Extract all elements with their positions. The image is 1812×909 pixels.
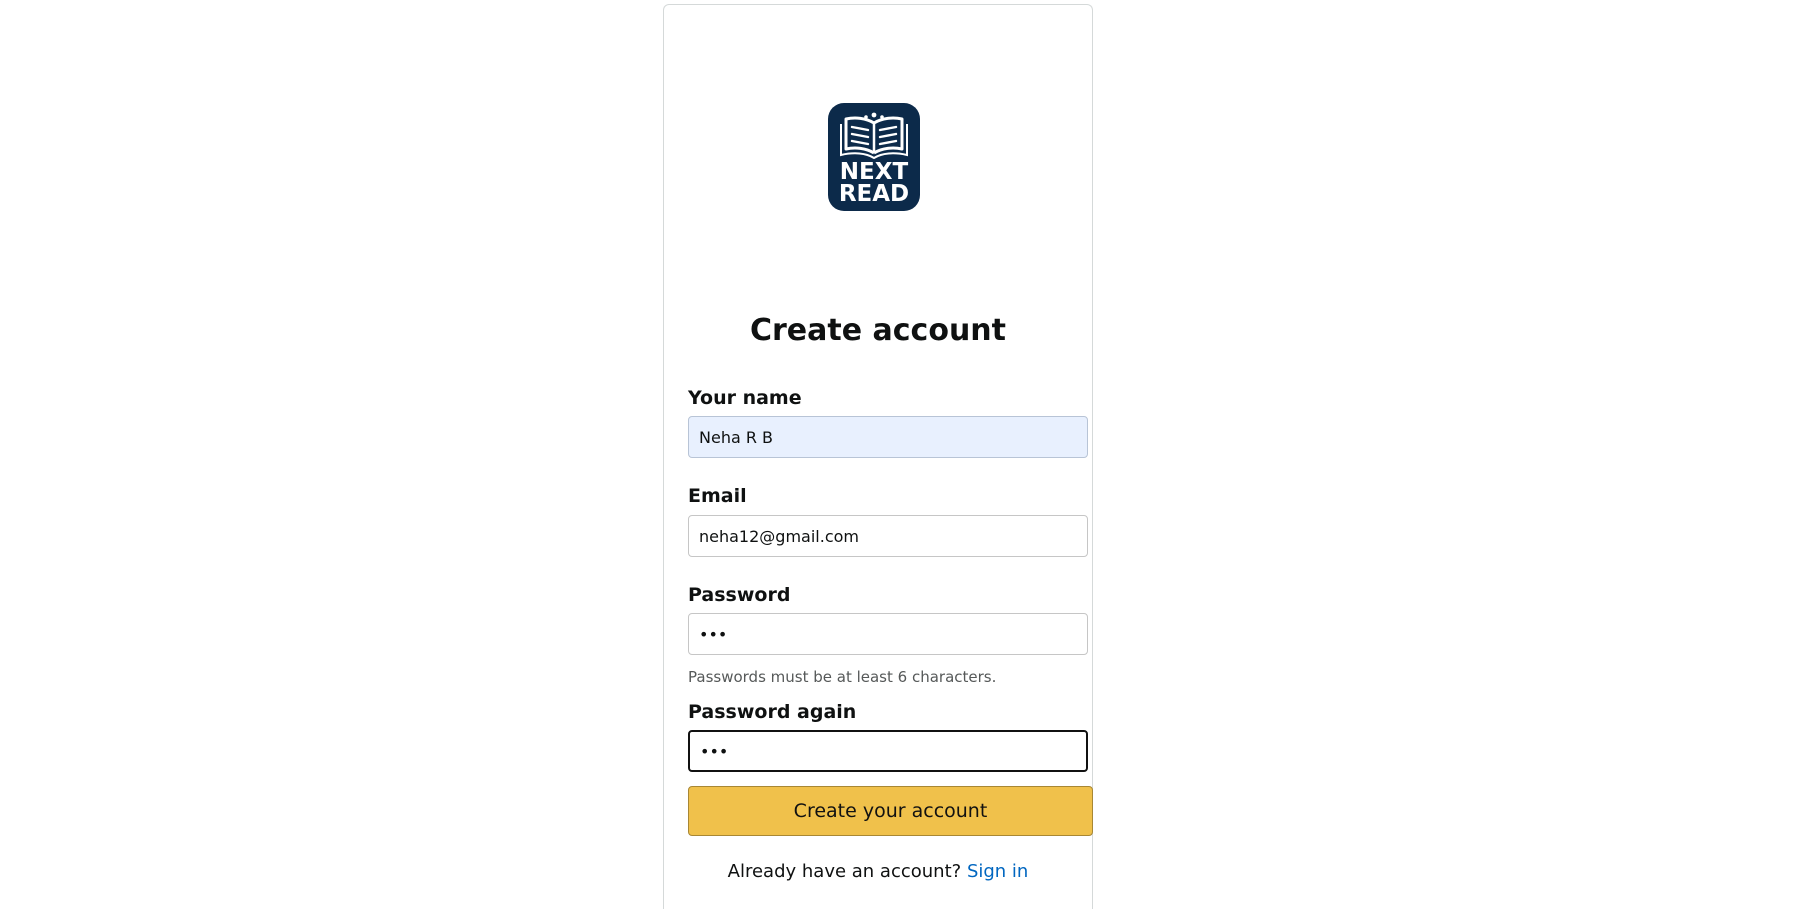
password-again-label: Password again xyxy=(688,701,857,723)
password-field[interactable] xyxy=(688,613,1088,655)
name-field[interactable] xyxy=(688,416,1088,458)
nextread-logo: NEXT READ xyxy=(828,103,920,211)
password-again-field[interactable] xyxy=(688,730,1088,772)
create-account-button[interactable]: Create your account xyxy=(688,786,1093,836)
logo-text-next: NEXT xyxy=(839,159,909,185)
name-label: Your name xyxy=(688,387,802,409)
signin-prompt: Already have an account? Sign in xyxy=(663,860,1093,884)
page-title: Create account xyxy=(749,313,1006,348)
email-label: Email xyxy=(688,485,747,507)
password-label: Password xyxy=(688,584,791,606)
signin-prompt-text: Already have an account? xyxy=(727,861,962,882)
sign-in-link[interactable]: Sign in xyxy=(967,861,1028,882)
open-book-icon xyxy=(840,112,908,160)
password-hint: Passwords must be at least 6 characters. xyxy=(688,668,997,686)
logo-text-read: READ xyxy=(838,181,910,207)
email-field[interactable] xyxy=(688,515,1088,557)
